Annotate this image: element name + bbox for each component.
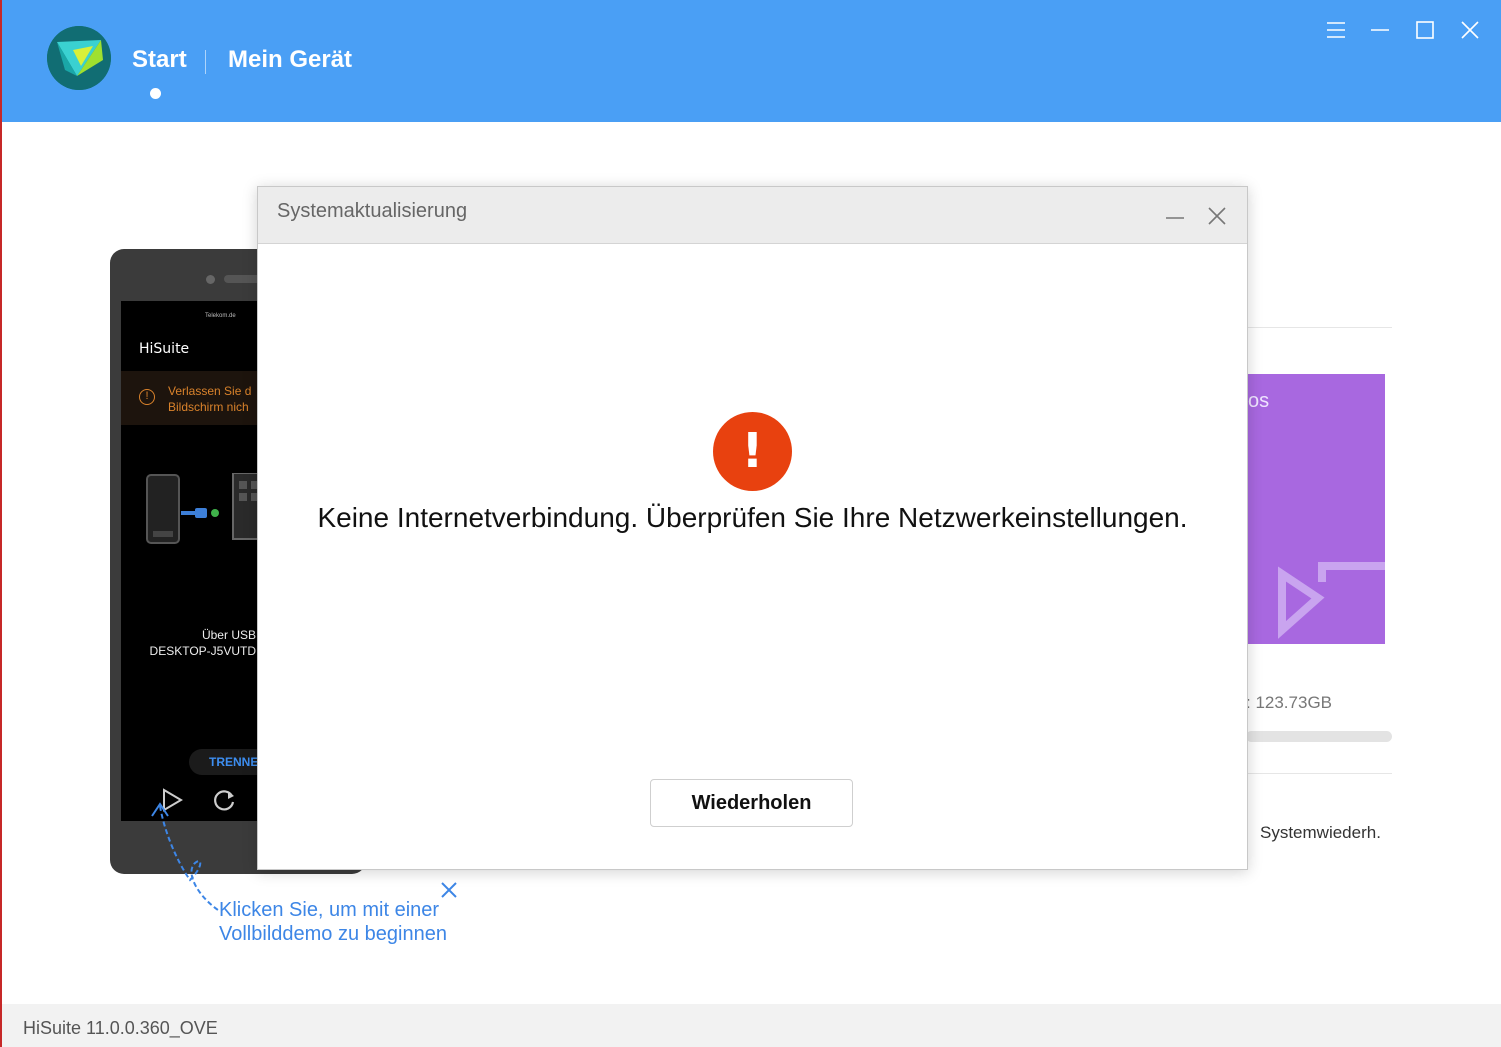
phone-camera [206,275,215,284]
status-bar: HiSuite 11.0.0.360_OVE [2,1004,1501,1047]
warning-icon: ! [139,389,155,405]
maximize-icon[interactable] [1407,14,1443,46]
dialog-minimize-icon[interactable] [1160,201,1190,231]
media-card[interactable]: os [1246,374,1385,644]
menu-icon[interactable] [1318,14,1354,46]
dialog-close-icon[interactable] [1202,201,1232,231]
hisuite-logo-icon [47,26,111,90]
retry-button[interactable]: Wiederholen [650,779,853,827]
panel-divider [1246,327,1392,328]
close-icon[interactable] [1452,14,1488,46]
version-label: HiSuite 11.0.0.360_OVE [23,1018,218,1038]
hint-close-icon[interactable] [438,879,460,901]
tab-my-device[interactable]: Mein Gerät [228,46,352,74]
storage-info: : 123.73GB [1246,693,1333,712]
phone-status-bar: Telekom.de [205,313,236,319]
tab-start[interactable]: Start [132,46,187,74]
system-restore-link[interactable]: Systemwiederh. [1260,823,1381,843]
dialog-title: Systemaktualisierung [277,200,468,222]
hisuite-window: Start Mein Gerät Telekom.de HiSuite ! Ve… [0,0,1501,1047]
disconnect-label: TRENNE [209,755,259,769]
hint-arrow-icon [146,800,226,920]
system-update-dialog: Systemaktualisierung ! Keine Internetver… [257,186,1248,870]
fullscreen-demo-hint: Klicken Sie, um mit einer Vollbilddemo z… [219,899,447,945]
video-icon [1278,558,1385,644]
phone-app-title: HiSuite [139,341,190,357]
dialog-title-bar: Systemaktualisierung [258,187,1247,244]
panel-divider [1246,773,1392,774]
media-card-label: os [1248,390,1270,412]
tab-divider [205,50,206,74]
error-icon: ! [713,412,792,491]
error-message: Keine Internetverbindung. Überprüfen Sie… [317,502,1188,533]
minimize-icon[interactable] [1362,14,1398,46]
phone-warning-text: Verlassen Sie d Bildschirm nich [168,384,252,414]
active-tab-indicator [150,88,161,99]
title-bar: Start Mein Gerät [2,0,1501,122]
storage-bar [1246,731,1392,742]
